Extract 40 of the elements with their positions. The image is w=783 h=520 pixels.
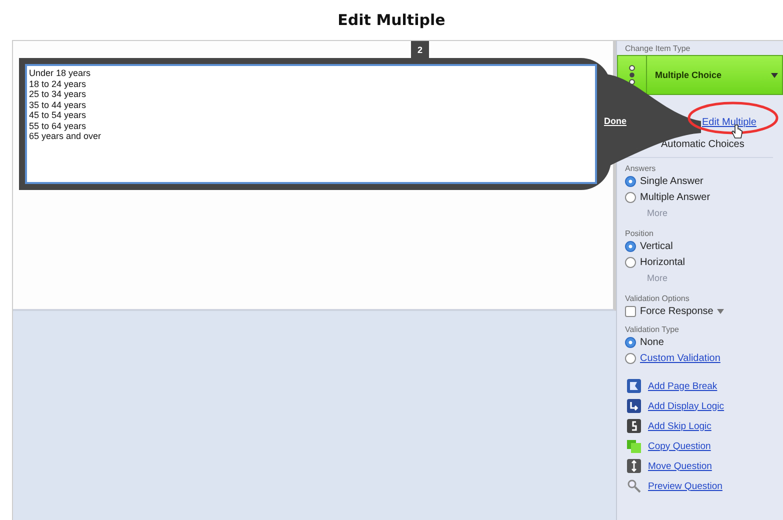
choice-dots-icon: [629, 65, 635, 85]
radio-label: Horizontal: [640, 256, 686, 268]
section-label: Change Item Type: [625, 44, 692, 53]
radio-label: Multiple Answer: [640, 192, 710, 202]
action-link[interactable]: Add Display Logic: [648, 400, 724, 412]
skip-logic-icon: [627, 419, 641, 433]
checkbox-label: Force Response: [640, 306, 714, 316]
radio-label: Vertical: [640, 240, 673, 252]
section-label: Position: [625, 229, 654, 238]
caret-icon[interactable]: [717, 308, 724, 314]
action-link[interactable]: Add Page Break: [648, 380, 718, 392]
magnifier-icon: [627, 479, 641, 493]
section-label: Answers: [625, 164, 657, 173]
radio-button[interactable]: [625, 240, 636, 252]
action-link[interactable]: Preview Question: [648, 480, 722, 492]
checkbox[interactable]: [625, 306, 636, 316]
display-logic-icon: [627, 399, 641, 413]
radio-button[interactable]: [625, 192, 636, 202]
radio-button[interactable]: [625, 176, 636, 186]
radio-button[interactable]: [625, 352, 636, 364]
custom-validation-link[interactable]: Custom Validation: [640, 352, 720, 364]
page-title: Edit Multiple: [338, 11, 446, 29]
action-link[interactable]: Copy Question: [648, 440, 711, 452]
choices-text-area[interactable]: Under 18 years 18 to 24 years 25 to 34 years 35 to 44 years 45 to 54 years 55 to 64 years 65 years and over: [25, 64, 597, 184]
move-icon: [627, 459, 641, 473]
checkbox-label: Automatic Choices: [661, 138, 744, 150]
action-link[interactable]: Move Question: [648, 460, 712, 472]
radio-button[interactable]: [625, 336, 636, 348]
radio-label: Single Answer: [640, 176, 704, 186]
section-label: Validation Type: [625, 325, 680, 334]
edit-multiple-link[interactable]: Edit Multiple: [702, 116, 756, 128]
caret-icon: [771, 72, 778, 78]
item-type-dropdown[interactable]: Multiple Choice: [617, 55, 783, 95]
section-label: Validation Options: [625, 294, 690, 303]
done-link[interactable]: Done: [604, 116, 626, 126]
copy-icon: [627, 439, 641, 453]
page-break-icon: [627, 379, 641, 393]
radio-button[interactable]: [625, 256, 636, 268]
radio-label: None: [640, 336, 664, 348]
action-link[interactable]: Add Skip Logic: [648, 420, 712, 432]
